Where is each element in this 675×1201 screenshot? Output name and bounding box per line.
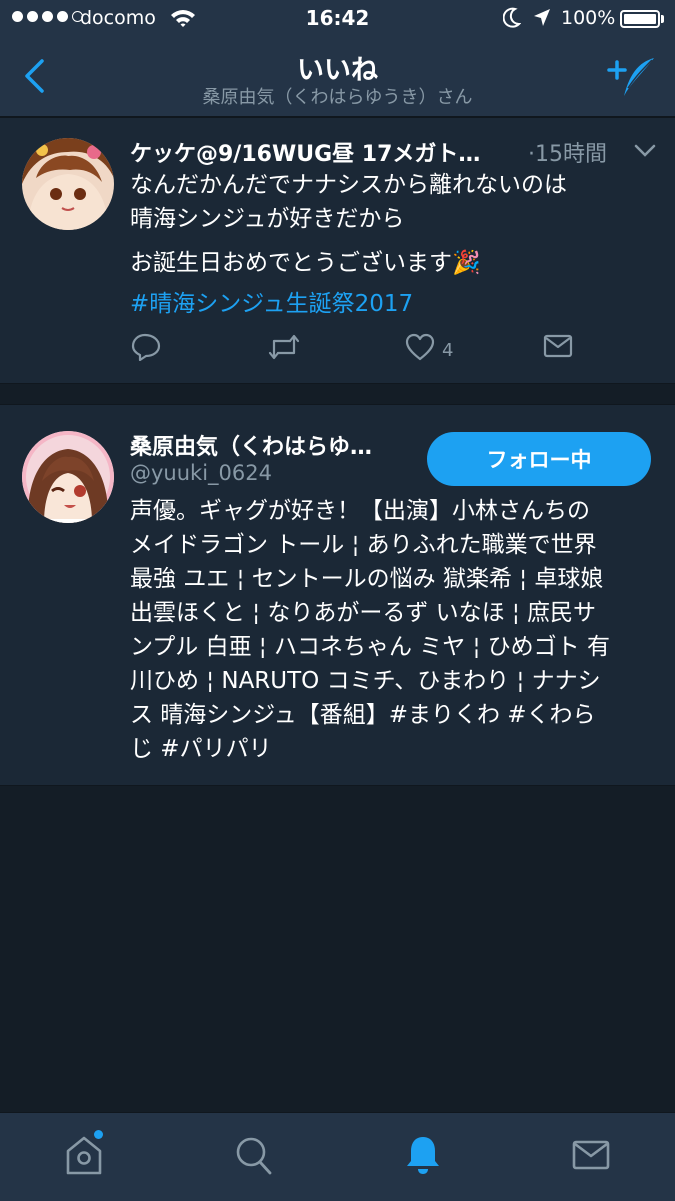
home-badge (94, 1130, 103, 1139)
battery-icon (620, 10, 660, 28)
page-title: いいね (297, 55, 378, 86)
notifications-icon[interactable] (403, 1133, 443, 1177)
bio-line: 声優。ギャグが好き！【出演】小林さんちの (130, 498, 590, 524)
reply-icon[interactable] (131, 333, 161, 361)
search-icon[interactable] (234, 1133, 274, 1177)
tweet-author[interactable]: ケッケ@9/16WUG昼 17メガト… (130, 136, 480, 168)
retweet-icon[interactable] (268, 333, 300, 361)
messages-icon[interactable] (571, 1133, 611, 1177)
status-bar: docomo 16:42 100% (0, 0, 675, 38)
tweet-card[interactable]: ケッケ@9/16WUG昼 17メガト… ·15時間 なんだかんだでナナシスから離… (0, 117, 675, 384)
tweet-time: ·15時間 (528, 142, 607, 167)
compose-icon[interactable] (606, 54, 658, 100)
tweet-text-line: 晴海シンジュが好きだから (130, 206, 405, 232)
moon-icon (503, 7, 521, 28)
tweet-text-line: お誕生日おめでとうございます🎉 (130, 250, 481, 276)
tweet-hashtag[interactable]: #晴海シンジュ生誕祭2017 (130, 284, 413, 318)
home-icon[interactable] (64, 1133, 104, 1177)
bio-line: 最強 ユエ ¦ セントールの悩み 獄楽希 ¦ 卓球娘 (130, 566, 604, 592)
bio-line: メイドラゴン トール ¦ ありふれた職業で世界 (130, 532, 597, 558)
bio-line: 川ひめ ¦ NARUTO コミチ、ひまわり ¦ ナナシ (130, 668, 601, 694)
profile-handle: @yuuki_0624 (130, 461, 272, 485)
page-subtitle: 桑原由気（くわはらゆうき）さん (202, 87, 473, 108)
avatar[interactable] (22, 431, 114, 523)
tweet-text-line: なんだかんだでナナシスから離れないのは (130, 172, 567, 198)
profile-card[interactable]: 桑原由気（くわはらゆ… @yuuki_0624 フォロー中 声優。ギャグが好き！… (0, 404, 675, 786)
chevron-down-icon[interactable] (634, 144, 656, 158)
following-button[interactable]: フォロー中 (427, 432, 651, 486)
avatar[interactable] (22, 138, 114, 230)
top-bar: docomo 16:42 100% いいね 桑原由気（くわはらゆうき）さん (0, 0, 675, 117)
bio-line: 出雲ほくと ¦ なりあがーるず いなほ ¦ 庶民サ (130, 600, 597, 626)
bio-line: ス 晴海シンジュ【番組】#まりくわ #くわら (130, 702, 596, 728)
like-count: 4 (442, 340, 454, 361)
location-icon (534, 9, 550, 26)
like-icon[interactable] (405, 333, 435, 361)
dm-icon[interactable] (543, 333, 573, 359)
profile-name[interactable]: 桑原由気（くわはらゆ… (130, 429, 372, 461)
battery-percent: 100% (561, 7, 616, 29)
bio-line: ンプル 白亜 ¦ ハコネちゃん ミヤ ¦ ひめゴト 有 (130, 634, 610, 660)
bio-line: じ #パリパリ (130, 736, 272, 762)
tab-bar (0, 1112, 675, 1201)
